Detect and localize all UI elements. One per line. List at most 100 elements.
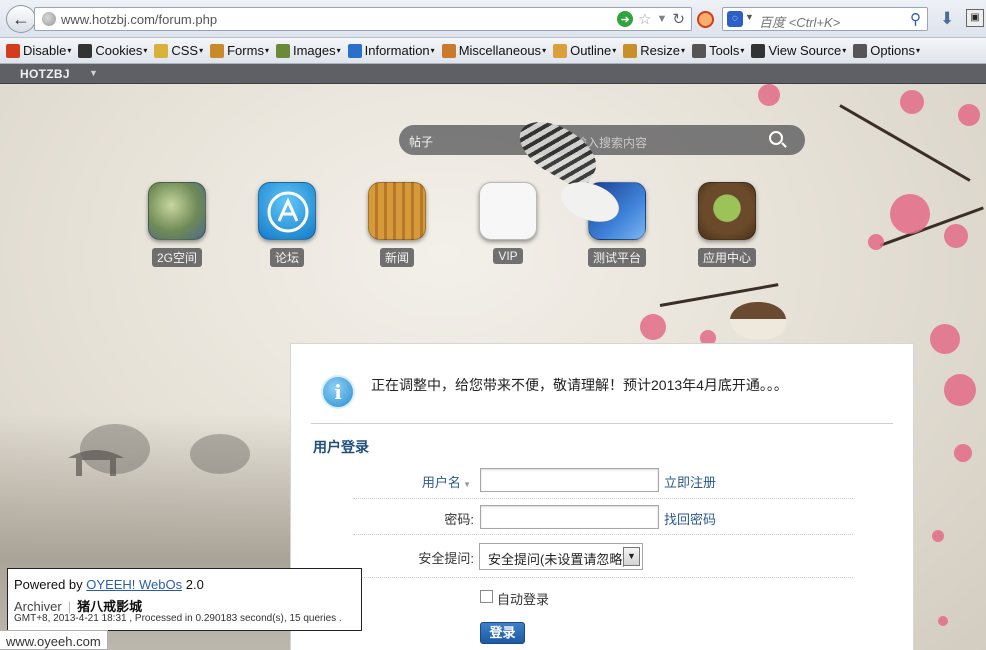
register-link[interactable]: 立即注册 xyxy=(664,472,716,491)
person-icon xyxy=(78,43,93,58)
tile-vip[interactable]: VIP xyxy=(478,182,538,264)
back-arrow-icon[interactable]: ← xyxy=(6,5,36,33)
site-name[interactable]: HOTZBJ xyxy=(20,67,70,81)
tile-forum[interactable]: 论坛 xyxy=(257,182,317,267)
devbar-miscellaneous[interactable]: Miscellaneous ▾ xyxy=(441,43,547,58)
download-arrow-icon[interactable]: ⬇ xyxy=(940,9,954,29)
app-center-icon[interactable] xyxy=(698,182,756,240)
password-input[interactable] xyxy=(480,505,659,529)
engine-dropdown-icon[interactable]: ▼ xyxy=(745,12,754,22)
devbar-disable[interactable]: Disable ▾ xyxy=(6,43,71,58)
page-background: 帖子 请输入搜索内容 2G空间 论坛 新闻 VIP 测试平台 应用中心 i 正在… xyxy=(0,84,986,650)
devbar-information[interactable]: Information ▾ xyxy=(347,43,435,58)
username-input[interactable] xyxy=(480,468,659,492)
tile-label[interactable]: VIP xyxy=(493,248,523,264)
caret-down-icon: ▾ xyxy=(740,46,745,55)
site-menu-caret-icon[interactable]: ▼ xyxy=(89,68,98,78)
bird-wing-illustration xyxy=(510,110,606,192)
url-bar[interactable]: www.hotzbj.com/forum.php ➜ ☆ ▼ ↻ xyxy=(34,7,692,31)
app-store-icon[interactable] xyxy=(258,182,316,240)
site-title-link[interactable]: 猪八戒影城 xyxy=(77,599,142,614)
tile-label[interactable]: 论坛 xyxy=(269,248,304,267)
globe-icon xyxy=(42,12,56,26)
devbar-forms[interactable]: Forms ▾ xyxy=(210,43,269,58)
caret-down-icon: ▾ xyxy=(612,46,617,55)
caret-down-icon: ▾ xyxy=(842,46,847,55)
powered-link[interactable]: OYEEH! WebOs xyxy=(86,577,182,592)
divider xyxy=(353,498,853,499)
devbar-label[interactable]: View Source xyxy=(768,43,841,58)
search-magnifier-icon[interactable]: ⚲ xyxy=(910,10,921,28)
baidu-engine-icon[interactable]: ◌ xyxy=(727,11,743,27)
security-question-select[interactable]: 安全提问(未设置请忽略) ▼ xyxy=(479,543,643,570)
world-map-icon[interactable] xyxy=(148,182,206,240)
devbar-label[interactable]: Information xyxy=(365,43,430,58)
auto-login-checkbox[interactable] xyxy=(480,590,493,603)
search-scope-label[interactable]: 帖子 xyxy=(409,133,433,150)
search-bar[interactable]: ◌ ▼ 百度 <Ctrl+K> ⚲ xyxy=(722,7,928,31)
powered-prefix: Powered by xyxy=(14,577,83,592)
notebook-icon xyxy=(441,43,456,58)
devbar-cookies[interactable]: Cookies ▾ xyxy=(78,43,147,58)
devbar-label[interactable]: Options xyxy=(870,43,915,58)
vip-icon[interactable] xyxy=(479,182,537,240)
reload-icon[interactable]: ↻ xyxy=(672,10,685,28)
caret-down-icon[interactable]: ▼ xyxy=(461,480,471,489)
news-icon[interactable] xyxy=(368,182,426,240)
devbar-tools[interactable]: Tools ▾ xyxy=(692,43,744,58)
history-dropdown-icon[interactable]: ▼ xyxy=(657,13,668,25)
branch xyxy=(839,104,971,182)
devbar-view-source[interactable]: View Source ▾ xyxy=(751,43,846,58)
caret-down-icon: ▾ xyxy=(430,46,435,55)
blossom xyxy=(640,314,666,340)
devbar-label[interactable]: Resize xyxy=(640,43,680,58)
select-arrow-icon[interactable]: ▼ xyxy=(623,547,640,566)
selected-option[interactable]: 安全提问(未设置请忽略) xyxy=(488,552,627,567)
forum-search-bar[interactable]: 帖子 请输入搜索内容 xyxy=(399,125,805,155)
devbar-resize[interactable]: Resize ▾ xyxy=(623,43,685,58)
tile-label[interactable]: 2G空间 xyxy=(151,248,202,267)
tile-label[interactable]: 测试平台 xyxy=(587,248,646,267)
blossom xyxy=(958,104,980,126)
search-icon[interactable] xyxy=(769,131,783,145)
url-text[interactable]: www.hotzbj.com/forum.php xyxy=(61,12,217,27)
blossom xyxy=(868,234,884,250)
caret-down-icon: ▾ xyxy=(143,46,148,55)
devbar-label[interactable]: Forms xyxy=(227,43,264,58)
extension-icon[interactable]: ▣ xyxy=(966,9,984,27)
blossom xyxy=(944,374,976,406)
noscript-icon[interactable] xyxy=(697,11,714,28)
devbar-label[interactable]: Outline xyxy=(570,43,611,58)
caret-down-icon: ▾ xyxy=(336,46,341,55)
find-password-link[interactable]: 找回密码 xyxy=(664,509,716,528)
bookmark-star-icon[interactable]: ☆ xyxy=(638,10,651,28)
devbar-label[interactable]: Cookies xyxy=(95,43,142,58)
auto-login-label[interactable]: 自动登录 xyxy=(497,589,549,608)
username-label[interactable]: 用户名 xyxy=(422,475,461,490)
devbar-label[interactable]: Images xyxy=(293,43,336,58)
tile-label[interactable]: 新闻 xyxy=(379,248,414,267)
tile-label[interactable]: 应用中心 xyxy=(697,248,756,267)
devbar-label[interactable]: Miscellaneous xyxy=(459,43,541,58)
devbar-label[interactable]: Disable xyxy=(23,43,66,58)
powered-version: 2.0 xyxy=(185,577,204,592)
separator: | xyxy=(67,599,72,614)
devbar-images[interactable]: Images ▾ xyxy=(275,43,341,58)
pencil-icon xyxy=(154,43,169,58)
devbar-css[interactable]: CSS ▾ xyxy=(154,43,203,58)
tile-2g-space[interactable]: 2G空间 xyxy=(147,182,207,267)
archiver-link[interactable]: Archiver xyxy=(14,599,62,614)
devbar-label[interactable]: Tools xyxy=(709,43,739,58)
devbar-options[interactable]: Options ▾ xyxy=(853,43,920,58)
blossom xyxy=(900,90,924,114)
go-arrow-icon[interactable]: ➜ xyxy=(617,11,634,27)
devbar-outline[interactable]: Outline ▾ xyxy=(553,43,616,58)
devbar-label[interactable]: CSS xyxy=(171,43,198,58)
tile-app-center[interactable]: 应用中心 xyxy=(697,182,757,267)
caret-down-icon: ▾ xyxy=(542,46,547,55)
username-type-select[interactable]: 用户名 ▼ xyxy=(401,472,471,491)
security-question-label: 安全提问: xyxy=(418,551,474,566)
tile-news[interactable]: 新闻 xyxy=(367,182,427,267)
login-button[interactable]: 登录 xyxy=(480,622,525,644)
divider xyxy=(353,534,853,535)
